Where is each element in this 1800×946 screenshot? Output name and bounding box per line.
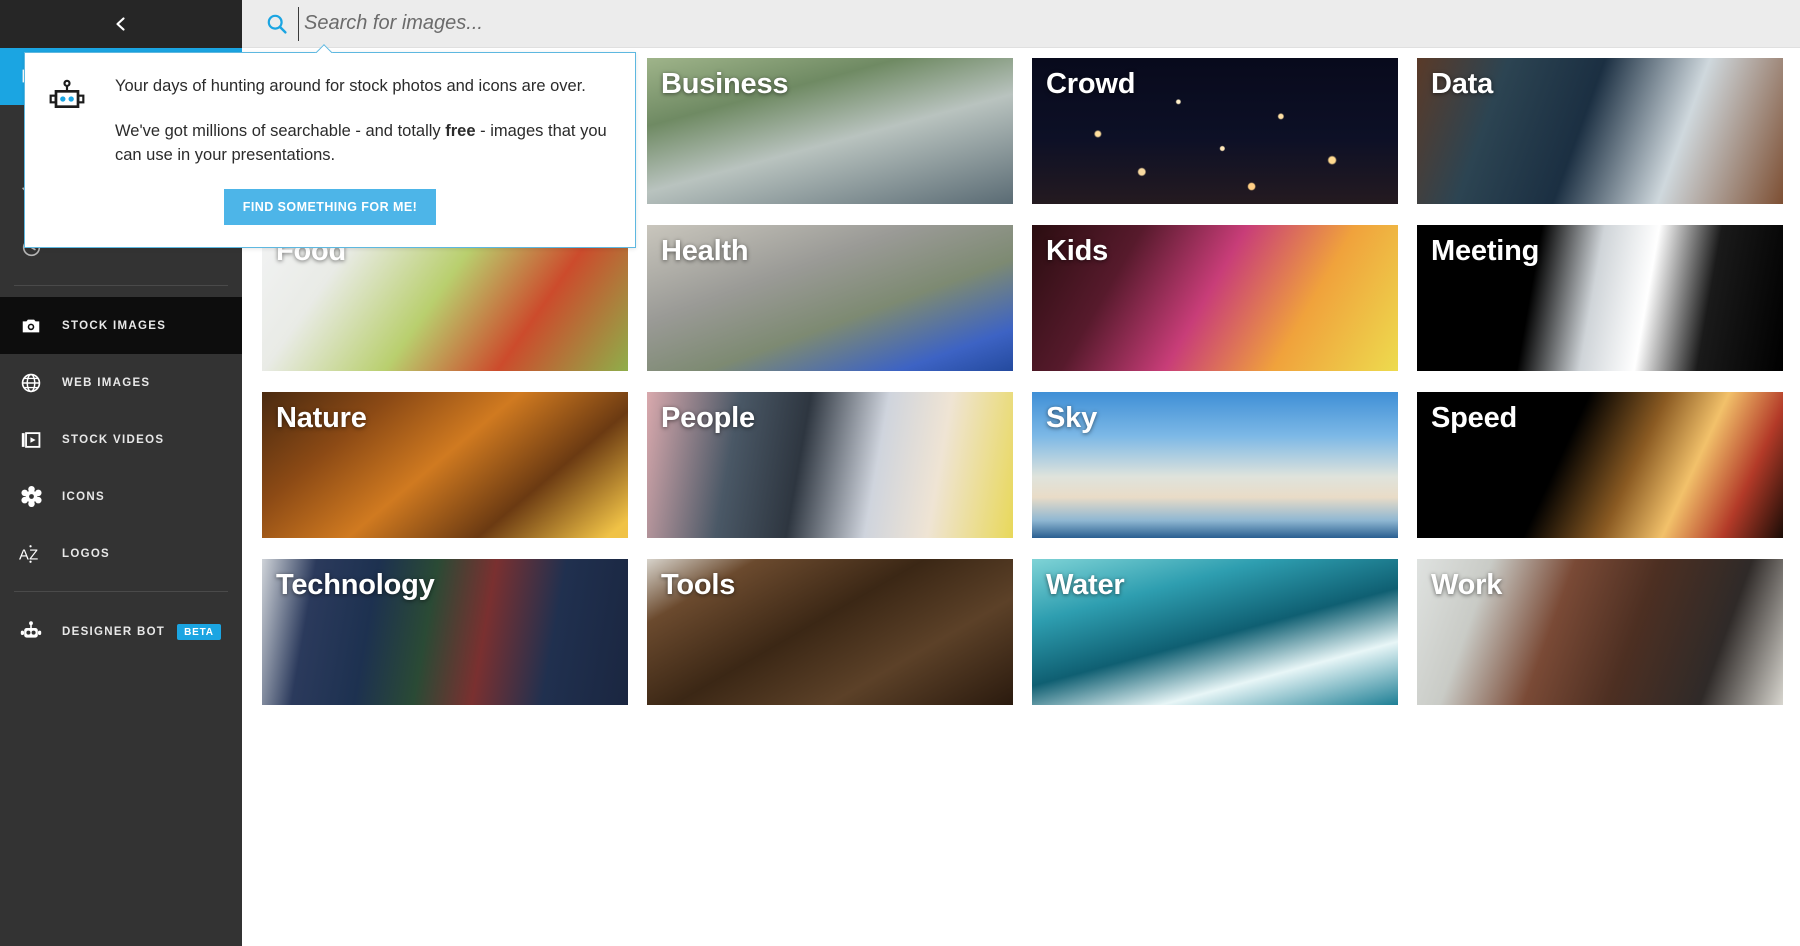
category-tile-people[interactable]: People <box>647 392 1013 538</box>
popover-arrow <box>315 44 333 53</box>
find-something-for-me-button[interactable]: FIND SOMETHING FOR ME! <box>223 189 437 225</box>
popover-free-emphasis: free <box>445 122 476 141</box>
sidebar-bottom-nav: DESIGNER BOT BETA <box>0 601 242 660</box>
search-icon[interactable] <box>264 11 290 37</box>
category-thumbnail <box>1417 559 1783 705</box>
category-thumbnail <box>1032 559 1398 705</box>
category-thumbnail <box>262 392 628 538</box>
image-library-app: STOCK IMAGES WEB IMAGES STOCK VIDEOS ICO… <box>0 0 1800 946</box>
gear-flower-icon <box>14 485 48 508</box>
category-thumbnail <box>262 559 628 705</box>
sidebar-item-logos[interactable]: A Z LOGOS <box>0 525 242 582</box>
category-thumbnail <box>647 392 1013 538</box>
category-thumbnail <box>647 225 1013 371</box>
sidebar-item-stock-images-label: STOCK IMAGES <box>62 319 167 332</box>
category-thumbnail <box>647 559 1013 705</box>
robot-icon <box>47 75 93 167</box>
sidebar-item-stock-videos-label: STOCK VIDEOS <box>62 433 165 446</box>
svg-text:A: A <box>19 547 29 563</box>
sidebar-item-web-images-label: WEB IMAGES <box>62 376 151 389</box>
category-tile-crowd[interactable]: Crowd <box>1032 58 1398 204</box>
category-thumbnail <box>1032 58 1398 204</box>
category-tile-business[interactable]: Business <box>647 58 1013 204</box>
category-thumbnail <box>647 58 1013 204</box>
sidebar-item-stock-images[interactable]: STOCK IMAGES <box>0 297 242 354</box>
sidebar-item-designer-bot[interactable]: DESIGNER BOT BETA <box>0 603 242 660</box>
category-tile-water[interactable]: Water <box>1032 559 1398 705</box>
sidebar-item-logos-label: LOGOS <box>62 547 111 560</box>
chevron-left-icon[interactable] <box>109 12 133 36</box>
sidebar-header <box>0 0 242 48</box>
category-thumbnail <box>1417 392 1783 538</box>
category-tile-nature[interactable]: Nature <box>262 392 628 538</box>
sidebar-item-icons[interactable]: ICONS <box>0 468 242 525</box>
sidebar-main-nav: STOCK IMAGES WEB IMAGES STOCK VIDEOS ICO… <box>0 295 242 582</box>
category-tile-technology[interactable]: Technology <box>262 559 628 705</box>
sidebar-divider-bottom <box>14 591 228 592</box>
category-tile-speed[interactable]: Speed <box>1417 392 1783 538</box>
category-tile-work[interactable]: Work <box>1417 559 1783 705</box>
category-tile-health[interactable]: Health <box>647 225 1013 371</box>
sidebar-item-stock-videos[interactable]: STOCK VIDEOS <box>0 411 242 468</box>
category-thumbnail <box>1417 58 1783 204</box>
sidebar-item-designer-bot-label: DESIGNER BOT <box>62 625 166 638</box>
search-bar <box>242 0 1800 48</box>
category-thumbnail <box>1032 225 1398 371</box>
category-tile-data[interactable]: Data <box>1417 58 1783 204</box>
camera-icon <box>14 315 48 337</box>
category-tile-meeting[interactable]: Meeting <box>1417 225 1783 371</box>
category-tile-kids[interactable]: Kids <box>1032 225 1398 371</box>
category-tile-tools[interactable]: Tools <box>647 559 1013 705</box>
popover-line-1: Your days of hunting around for stock ph… <box>115 77 586 95</box>
globe-icon <box>14 372 48 394</box>
category-thumbnail <box>1417 225 1783 371</box>
category-thumbnail <box>1032 392 1398 538</box>
designer-bot-popover: Your days of hunting around for stock ph… <box>24 52 636 248</box>
sidebar-item-web-images[interactable]: WEB IMAGES <box>0 354 242 411</box>
popover-line-2-part-a: We've got millions of searchable - and t… <box>115 122 446 141</box>
popover-line-2: We've got millions of searchable - and t… <box>115 120 611 167</box>
search-input[interactable] <box>298 6 1800 41</box>
az-icon: A Z <box>14 543 48 565</box>
sidebar-item-icons-label: ICONS <box>62 490 105 503</box>
sidebar-divider-top <box>14 285 228 286</box>
robot-icon <box>14 620 48 644</box>
video-icon <box>14 429 48 451</box>
status-badge: BETA <box>177 623 221 640</box>
category-tile-sky[interactable]: Sky <box>1032 392 1398 538</box>
